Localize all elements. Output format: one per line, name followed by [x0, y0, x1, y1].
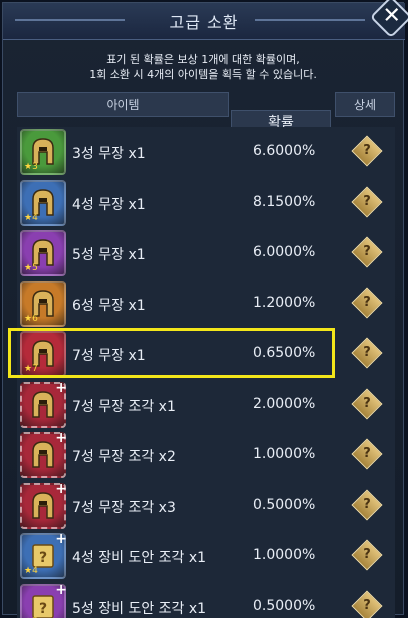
title-bar: 고급 소환: [3, 3, 405, 40]
general-helmet-icon: ★6: [20, 281, 66, 327]
question-mark-icon: ?: [357, 242, 377, 262]
reward-name: 7성 무장 조각 x3: [72, 497, 176, 517]
fragment-plus-icon: +: [55, 481, 67, 497]
title-decoration-right: [255, 19, 365, 21]
header-detail: 상세: [335, 92, 395, 117]
reward-row: ?★5+ 5성 장비 도안 조각 x1 0.5000%?: [17, 580, 395, 618]
general-helmet-icon: ★4: [20, 180, 66, 226]
reward-rate: 1.2000%: [253, 295, 315, 311]
reward-rate: 0.5000%: [253, 598, 315, 614]
reward-row: ?★4+4성 장비 도안 조각 x11.0000%?: [17, 529, 395, 587]
reward-rate: 1.0000%: [253, 547, 315, 563]
question-mark-icon: ?: [357, 495, 377, 515]
rate-description: 표기 된 확률은 보상 1개에 대한 확률이며, 1회 소환 시 4개의 아이템…: [3, 52, 403, 82]
general-helmet-icon: +: [20, 382, 66, 428]
star-grade-icon: ★4: [24, 213, 38, 223]
reward-name: 3성 무장 x1: [72, 143, 146, 163]
fragment-plus-icon: +: [55, 531, 67, 547]
reward-row: +7성 무장 조각 x1 2.0000%?: [17, 378, 395, 436]
reward-row: +7성 무장 조각 x2 1.0000%?: [17, 428, 395, 486]
general-helmet-icon: ★3: [20, 129, 66, 175]
reward-name: 7성 무장 조각 x2: [72, 446, 176, 466]
star-grade-icon: ★5: [24, 263, 38, 273]
question-mark-icon: ?: [357, 394, 377, 414]
blueprint-icon: ?★5+: [20, 584, 66, 618]
star-grade-icon: ★4: [24, 566, 38, 576]
reward-rate: 6.0000%: [253, 244, 315, 260]
summon-rate-panel: 고급 소환 표기 된 확률은 보상 1개에 대한 확률이며, 1회 소환 시 4…: [2, 2, 404, 615]
reward-name: 5성 장비 도안 조각 x1: [72, 598, 206, 618]
reward-rate: 6.6000%: [253, 143, 315, 159]
reward-row: +7성 무장 조각 x3 0.5000%?: [17, 479, 395, 537]
question-mark-icon: ?: [357, 343, 377, 363]
highlight-box: [8, 328, 335, 378]
fragment-plus-icon: +: [55, 582, 67, 598]
reward-name: 5성 무장 x1: [72, 244, 146, 264]
fragment-plus-icon: +: [55, 430, 67, 446]
reward-name: 6성 무장 x1: [72, 295, 146, 315]
general-helmet-icon: +: [20, 432, 66, 478]
svg-text:?: ?: [39, 550, 47, 566]
star-grade-icon: ★6: [24, 314, 38, 324]
star-grade-icon: ★3: [24, 162, 38, 172]
reward-name: 4성 장비 도안 조각 x1: [72, 547, 206, 567]
question-mark-icon: ?: [357, 293, 377, 313]
description-line-2: 1회 소환 시 4개의 아이템을 획득 할 수 있습니다.: [3, 67, 403, 82]
question-mark-icon: ?: [357, 545, 377, 565]
header-item: 아이템: [17, 92, 229, 117]
general-helmet-icon: ★5: [20, 230, 66, 276]
question-mark-icon: ?: [357, 141, 377, 161]
fragment-plus-icon: +: [55, 380, 67, 396]
reward-name: 7성 무장 조각 x1: [72, 396, 176, 416]
reward-row: ★6 6성 무장 x1 1.2000%?: [17, 277, 395, 335]
reward-rate: 8.1500%: [253, 194, 315, 210]
reward-rate: 0.5000%: [253, 497, 315, 513]
reward-row: ★4 4성 무장 x1 8.1500%?: [17, 176, 395, 234]
question-mark-icon: ?: [357, 192, 377, 212]
description-line-1: 표기 된 확률은 보상 1개에 대한 확률이며,: [3, 52, 403, 67]
reward-row: ★3 3성 무장 x1 6.6000%?: [17, 125, 395, 183]
reward-name: 4성 무장 x1: [72, 194, 146, 214]
panel-title: 고급 소환: [3, 9, 405, 33]
general-helmet-icon: +: [20, 483, 66, 529]
svg-text:?: ?: [39, 601, 47, 617]
question-mark-icon: ?: [357, 596, 377, 616]
reward-rate: 2.0000%: [253, 396, 315, 412]
reward-row: ★5 5성 무장 x1 6.0000%?: [17, 226, 395, 284]
close-icon: ✕: [379, 3, 405, 29]
question-mark-icon: ?: [357, 444, 377, 464]
reward-rate: 1.0000%: [253, 446, 315, 462]
table-header: 아이템 확률 상세: [17, 92, 395, 117]
blueprint-icon: ?★4 +: [20, 533, 66, 579]
